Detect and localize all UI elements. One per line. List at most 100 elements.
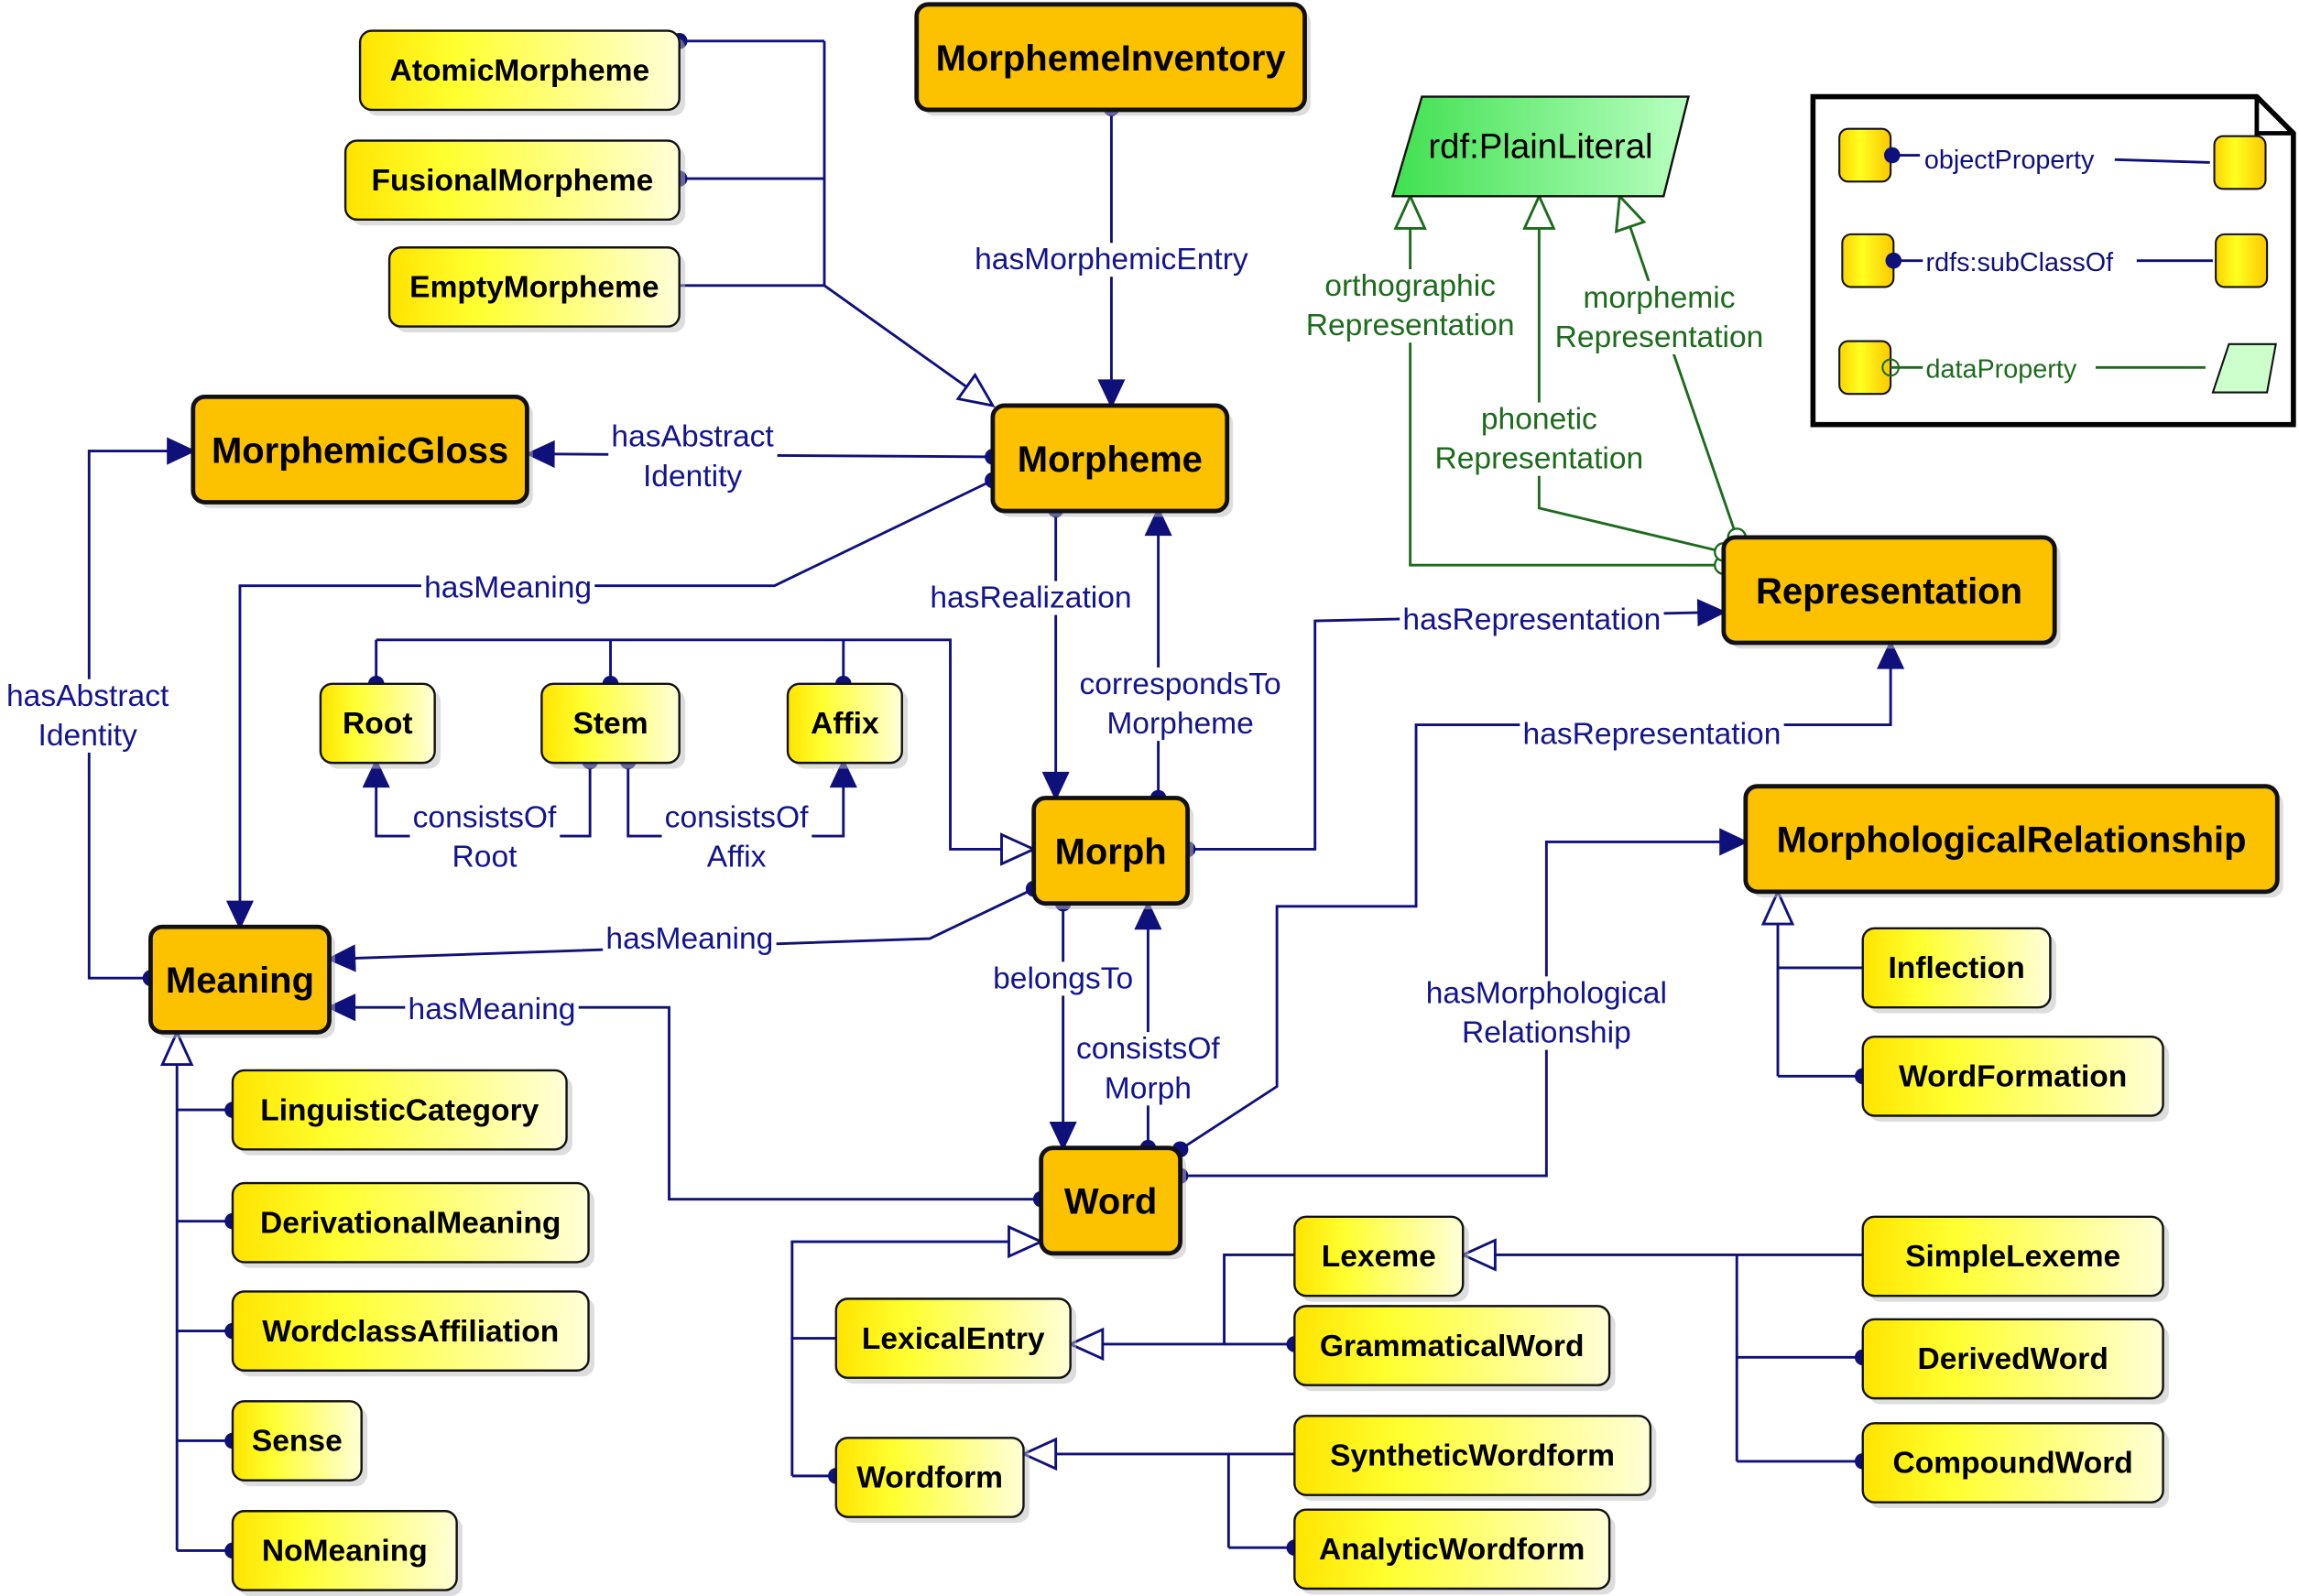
class-label: Stem <box>572 707 648 741</box>
edge-label: hasRepresentation <box>1400 603 1664 637</box>
class-label: MorphologicalRelationship <box>1777 820 2247 861</box>
edge-label: hasMorphological Relationship <box>1422 976 1671 1050</box>
class-meaning[interactable]: Meaning <box>148 924 335 1038</box>
edge-label: correspondsTo Morpheme <box>1076 667 1284 742</box>
edge-label-line: Identity <box>643 460 742 494</box>
class-empty-morpheme[interactable]: EmptyMorpheme <box>387 246 686 332</box>
edge-label: orthographic Representation <box>1302 269 1518 343</box>
arrowhead-filled-icon <box>1041 771 1070 801</box>
class-sense[interactable]: Sense <box>231 1400 368 1487</box>
edge-label: hasRealization <box>927 581 1135 615</box>
class-label: AnalyticWordform <box>1319 1533 1585 1567</box>
class-fusional-morpheme[interactable]: FusionalMorpheme <box>343 139 686 226</box>
arrowhead-filled-icon <box>1049 1122 1077 1152</box>
arrowhead-hollow-icon <box>1008 1224 1045 1259</box>
class-label: Meaning <box>166 961 314 1001</box>
legend: objectProperty rdfs:subClassOf dataPropert… <box>1810 93 2296 428</box>
data-property-edge[interactable] <box>1618 195 1738 538</box>
data-property-edge[interactable] <box>1537 196 1725 554</box>
edge-label-line: hasMorphemicEntry <box>975 243 1248 277</box>
class-word-formation[interactable]: WordFormation <box>1861 1035 2169 1122</box>
arrowhead-filled-icon <box>1097 379 1126 409</box>
edge-label-line: consistsOf <box>413 800 557 834</box>
class-label: Morpheme <box>1018 440 1203 480</box>
edge-label-line: hasMeaning <box>424 570 592 604</box>
class-rdf-plain-literal[interactable]: rdf:PlainLiteral <box>1390 95 1690 198</box>
edge-label-line: hasAbstract <box>6 679 169 713</box>
edge-label-line: Representation <box>1434 442 1643 476</box>
arrowhead-filled-icon <box>225 900 255 930</box>
class-affix[interactable]: Affix <box>786 682 909 769</box>
class-compound-word[interactable]: CompoundWord <box>1861 1422 2169 1509</box>
class-analytic-wordform[interactable]: AnalyticWordform <box>1293 1508 1616 1595</box>
class-inflection[interactable]: Inflection <box>1861 927 2056 1014</box>
arrowhead-hollow-icon <box>1000 832 1038 866</box>
class-label: Inflection <box>1888 951 2024 985</box>
edge-label-line: Affix <box>707 841 767 874</box>
class-wordclass-affiliation[interactable]: WordclassAffiliation <box>231 1290 594 1377</box>
class-label: Root <box>343 707 412 741</box>
edge-label: hasMorphemicEntry <box>971 243 1252 277</box>
subclass-edge[interactable] <box>1776 891 1863 970</box>
class-label: SyntheticWordform <box>1330 1439 1615 1473</box>
class-morphological-relationship[interactable]: MorphologicalRelationship <box>1743 784 2283 898</box>
edge-label-line: Morpheme <box>1106 707 1254 741</box>
class-atomic-morpheme[interactable]: AtomicMorpheme <box>358 29 686 116</box>
class-morpheme-inventory[interactable]: MorphemeInventory <box>914 2 1311 116</box>
class-word[interactable]: Word <box>1039 1145 1186 1260</box>
class-no-meaning[interactable]: NoMeaning <box>231 1510 463 1596</box>
edge-label: consistsOf Root <box>409 800 561 874</box>
class-label: CompoundWord <box>1892 1447 2132 1481</box>
class-linguistic-category[interactable]: LinguisticCategory <box>231 1069 572 1156</box>
arrowhead-hollow-icon <box>1614 192 1647 233</box>
legend-class-box <box>2215 233 2269 288</box>
subclass-edge[interactable] <box>679 284 994 407</box>
class-representation[interactable]: Representation <box>1721 535 2061 649</box>
arrowhead-filled-icon <box>1719 828 1749 856</box>
class-label: EmptyMorpheme <box>409 271 659 305</box>
edge-label: hasRepresentation <box>1520 717 1784 752</box>
edge-label-line: correspondsTo <box>1079 668 1280 701</box>
class-simple-lexeme[interactable]: SimpleLexeme <box>1861 1215 2169 1302</box>
legend-class-box <box>2213 135 2267 190</box>
class-label: rdf:PlainLiteral <box>1428 127 1652 167</box>
class-morpheme[interactable]: Morpheme <box>990 403 1234 517</box>
edge-label-line: Relationship <box>1462 1016 1631 1050</box>
edge-label: consistsOf Morph <box>1073 1032 1224 1106</box>
edge-label-line: hasAbstract <box>611 420 774 454</box>
legend-label-object-property: objectProperty <box>1924 146 2095 175</box>
class-stem[interactable]: Stem <box>540 682 686 769</box>
class-label: Affix <box>811 707 879 741</box>
edge-label-line: belongsTo <box>993 961 1133 995</box>
edge-label-line: phonetic <box>1481 403 1597 437</box>
arrowhead-hollow-icon <box>955 372 996 407</box>
edge-label-line: hasMeaning <box>605 922 773 956</box>
class-lexeme[interactable]: Lexeme <box>1293 1215 1469 1302</box>
class-derivational-meaning[interactable]: DerivationalMeaning <box>231 1181 594 1268</box>
class-label: MorphemicGloss <box>212 430 508 471</box>
class-grammatical-word[interactable]: GrammaticalWord <box>1293 1305 1616 1392</box>
class-root[interactable]: Root <box>319 682 441 769</box>
class-label: DerivationalMeaning <box>260 1206 561 1240</box>
edge-label: consistsOf Affix <box>661 800 812 874</box>
class-morph[interactable]: Morph <box>1031 796 1193 910</box>
edge-label-line: consistsOf <box>1076 1032 1220 1066</box>
class-derived-word[interactable]: DerivedWord <box>1861 1318 2169 1405</box>
class-lexical-entry[interactable]: LexicalEntry <box>834 1297 1077 1384</box>
class-label: MorphemeInventory <box>936 38 1287 79</box>
class-synthetic-wordform[interactable]: SyntheticWordform <box>1293 1415 1657 1502</box>
data-property-edge[interactable] <box>1409 196 1724 567</box>
edge-label-line: Representation <box>1306 309 1515 342</box>
class-label: WordFormation <box>1899 1060 2127 1094</box>
class-label: Sense <box>252 1425 343 1459</box>
subclass-edge[interactable] <box>1070 1253 1295 1346</box>
edge-label-line: hasMeaning <box>409 993 576 1026</box>
class-label: Morph <box>1055 831 1167 872</box>
class-label: DerivedWord <box>1917 1342 2108 1376</box>
class-wordform[interactable]: Wordform <box>834 1437 1030 1524</box>
class-morphemic-gloss[interactable]: MorphemicGloss <box>191 394 533 508</box>
legend-label-subclass: rdfs:subClassOf <box>1926 248 2115 277</box>
legend-label-data-property: dataProperty <box>1926 355 2077 385</box>
class-label: Wordform <box>856 1461 1003 1495</box>
edge-label-line: consistsOf <box>665 800 809 834</box>
